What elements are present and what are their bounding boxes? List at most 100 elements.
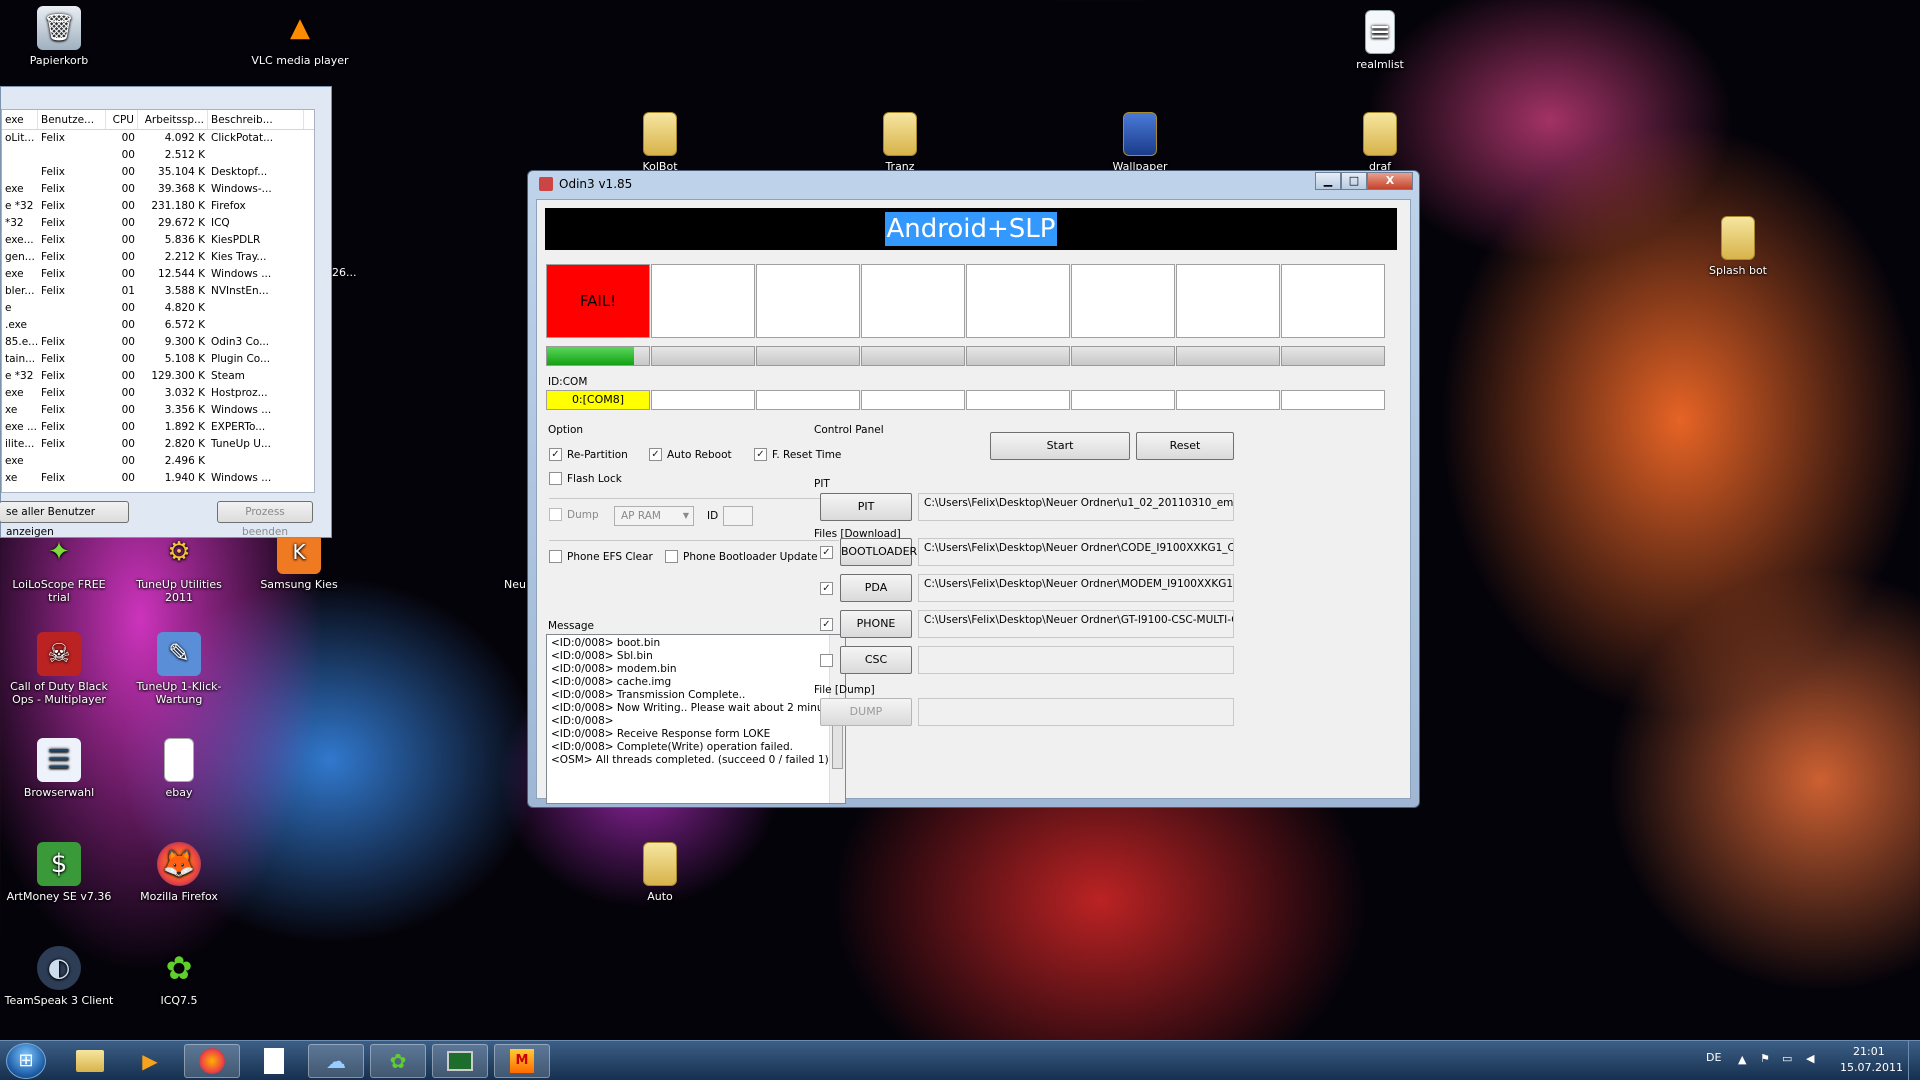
desktop-icon-splash-bot[interactable]: Splash bot — [1683, 216, 1793, 277]
start-button[interactable]: Start — [990, 432, 1130, 460]
maximize-button[interactable]: □ — [1341, 172, 1367, 190]
clock-time[interactable]: 21:01 — [1853, 1045, 1885, 1058]
taskbar-media-player[interactable]: ▶ — [122, 1044, 178, 1078]
table-row[interactable]: *32 Felix 00 29.672 K ICQ — [2, 215, 314, 232]
process-list[interactable]: exe Benutze... CPU Arbeitssp... Beschrei… — [1, 109, 315, 493]
show-desktop-button[interactable] — [1908, 1041, 1920, 1080]
taskbar-document[interactable] — [246, 1044, 302, 1078]
reset-button[interactable]: Reset — [1136, 432, 1234, 460]
process-list-header: exe Benutze... CPU Arbeitssp... Beschrei… — [2, 110, 314, 130]
scrollbar-thumb[interactable] — [832, 723, 843, 769]
table-row[interactable]: exe 00 2.496 K — [2, 453, 314, 470]
ap-ram-select[interactable]: AP RAM ▼ — [614, 506, 694, 526]
phone-path-field[interactable]: C:\Users\Felix\Desktop\Neuer Ordner\GT-I… — [918, 610, 1234, 638]
taskbar-network[interactable]: ☁ — [308, 1044, 364, 1078]
volume-icon[interactable]: ◀ — [1806, 1052, 1814, 1065]
desktop-icon-icq[interactable]: ✿ ICQ7.5 — [124, 946, 234, 1007]
dump-path-field[interactable] — [918, 698, 1234, 726]
column-header[interactable]: CPU — [106, 110, 138, 129]
phone-efs-clear-checkbox[interactable]: Phone EFS Clear — [549, 550, 653, 563]
table-row[interactable]: gen... Felix 00 2.212 K Kies Tray... — [2, 249, 314, 266]
table-row[interactable]: tain... Felix 00 5.108 K Plugin Co... — [2, 351, 314, 368]
desktop-icon-recycle-bin[interactable]: 🗑 Papierkorb — [4, 6, 114, 67]
odin-title-bar[interactable]: Odin3 v1.85 — [535, 171, 1412, 197]
desktop-icon-realmlist[interactable]: ≡ realmlist — [1325, 10, 1435, 71]
f-reset-time-checkbox[interactable]: ✓ F. Reset Time — [754, 448, 841, 461]
taskbar-firefox[interactable] — [184, 1044, 240, 1078]
desktop-icon-vlc[interactable]: ▲ VLC media player — [245, 6, 355, 67]
firefox-icon: 🦊 — [157, 842, 201, 886]
table-row[interactable]: exe Felix 00 12.544 K Windows ... — [2, 266, 314, 283]
taskbar-odin[interactable]: M — [494, 1044, 550, 1078]
csc-button[interactable]: CSC — [840, 646, 912, 674]
re-partition-checkbox[interactable]: ✓ Re-Partition — [549, 448, 628, 461]
table-row[interactable]: oLit... Felix 00 4.092 K ClickPotat... — [2, 130, 314, 147]
desktop-icon-draf[interactable]: draf — [1325, 112, 1435, 173]
network-icon[interactable]: ▭ — [1782, 1052, 1792, 1065]
table-cell — [208, 147, 304, 164]
table-row[interactable]: ilite... Felix 00 2.820 K TuneUp U... — [2, 436, 314, 453]
desktop-icon-call-of-duty[interactable]: ☠ Call of Duty Black Ops - Multiplayer — [4, 632, 114, 706]
table-row[interactable]: exe... Felix 00 5.836 K KiesPDLR — [2, 232, 314, 249]
desktop-icon-teamspeak[interactable]: ◐ TeamSpeak 3 Client — [4, 946, 114, 1007]
column-header[interactable]: exe — [2, 110, 38, 129]
table-row[interactable]: Felix 00 35.104 K Desktopf... — [2, 164, 314, 181]
table-row[interactable]: 00 2.512 K — [2, 147, 314, 164]
column-header[interactable]: Benutze... — [38, 110, 106, 129]
desktop-icon-browserwahl[interactable]: ☰ Browserwahl — [4, 738, 114, 799]
pit-path-field[interactable]: C:\Users\Felix\Desktop\Neuer Ordner\u1_0… — [918, 493, 1234, 521]
minimize-button[interactable]: ▁ — [1315, 172, 1341, 190]
desktop-icon-auto[interactable]: Auto — [605, 842, 715, 903]
csc-path-field[interactable] — [918, 646, 1234, 674]
message-log[interactable]: <ID:0/008> boot.bin <ID:0/008> Sbl.bin <ID… — [546, 634, 846, 804]
table-row[interactable]: exe ... Felix 00 1.892 K EXPERTo... — [2, 419, 314, 436]
desktop-icon-wallpaper[interactable]: Wallpaper — [1085, 112, 1195, 173]
end-process-button[interactable]: Prozess beenden — [217, 501, 313, 538]
csc-checkbox[interactable] — [820, 654, 833, 667]
show-hidden-icons-icon[interactable]: ▲ — [1738, 1053, 1746, 1066]
id-input[interactable] — [723, 506, 753, 526]
column-header[interactable]: Beschreib... — [208, 110, 304, 129]
show-all-users-button[interactable]: se aller Benutzer anzeigen — [0, 501, 129, 538]
phone-button[interactable]: PHONE — [840, 610, 912, 638]
desktop-icon-tuneup[interactable]: ⚙ TuneUp Utilities 2011 — [124, 530, 234, 604]
table-row[interactable]: xe Felix 00 1.940 K Windows ... — [2, 470, 314, 487]
desktop-icon-kolbot[interactable]: KolBot — [605, 112, 715, 173]
table-row[interactable]: exe Felix 00 3.032 K Hostproz... — [2, 385, 314, 402]
table-row[interactable]: .exe 00 6.572 K — [2, 317, 314, 334]
pda-checkbox[interactable]: ✓ — [820, 582, 833, 595]
desktop-icon-firefox[interactable]: 🦊 Mozilla Firefox — [124, 842, 234, 903]
pda-button[interactable]: PDA — [840, 574, 912, 602]
pit-button[interactable]: PIT — [820, 493, 912, 521]
bootloader-checkbox[interactable]: ✓ — [820, 546, 833, 559]
table-row[interactable]: e 00 4.820 K — [2, 300, 314, 317]
start-button[interactable]: ⊞ — [6, 1043, 46, 1079]
table-row[interactable]: e *32 Felix 00 231.180 K Firefox — [2, 198, 314, 215]
bootloader-path-field[interactable]: C:\Users\Felix\Desktop\Neuer Ordner\CODE… — [918, 538, 1234, 566]
close-button[interactable]: X — [1367, 172, 1413, 190]
flag-icon[interactable]: ⚑ — [1760, 1052, 1770, 1065]
desktop-icon-artmoney[interactable]: $ ArtMoney SE v7.36 — [4, 842, 114, 903]
table-row[interactable]: exe Felix 00 39.368 K Windows-... — [2, 181, 314, 198]
auto-reboot-checkbox[interactable]: ✓ Auto Reboot — [649, 448, 732, 461]
flash-lock-checkbox[interactable]: Flash Lock — [549, 472, 622, 485]
table-row[interactable]: bler... Felix 01 3.588 K NVInstEn... — [2, 283, 314, 300]
desktop-icon-tuneup-maintenance[interactable]: ✎ TuneUp 1-Klick-Wartung — [124, 632, 234, 706]
phone-bootloader-update-checkbox[interactable]: Phone Bootloader Update — [665, 550, 818, 563]
clock-date[interactable]: 15.07.2011 — [1840, 1061, 1903, 1074]
phone-checkbox[interactable]: ✓ — [820, 618, 833, 631]
desktop-icon-ebay[interactable]: ebay — [124, 738, 234, 799]
table-row[interactable]: 85.e... Felix 00 9.300 K Odin3 Co... — [2, 334, 314, 351]
language-indicator[interactable]: DE — [1706, 1051, 1721, 1064]
taskbar-explorer[interactable] — [62, 1044, 118, 1078]
dump-checkbox[interactable]: Dump — [549, 508, 599, 521]
bootloader-button[interactable]: BOOTLOADER — [840, 538, 917, 566]
taskbar-task-manager[interactable] — [432, 1044, 488, 1078]
desktop-icon-tranz[interactable]: Tranz — [845, 112, 955, 173]
taskbar-icq[interactable]: ✿ — [370, 1044, 426, 1078]
pda-path-field[interactable]: C:\Users\Felix\Desktop\Neuer Ordner\MODE… — [918, 574, 1234, 602]
table-row[interactable]: xe Felix 00 3.356 K Windows ... — [2, 402, 314, 419]
column-header[interactable]: Arbeitssp... — [138, 110, 208, 129]
dump-button[interactable]: DUMP — [820, 698, 912, 726]
table-row[interactable]: e *32 Felix 00 129.300 K Steam — [2, 368, 314, 385]
